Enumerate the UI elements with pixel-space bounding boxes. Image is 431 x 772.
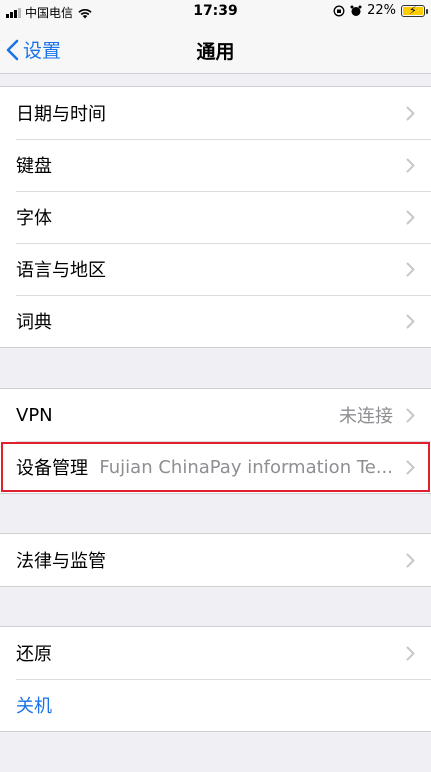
device-profile-value: Fujian ChinaPay information Te... xyxy=(99,456,393,478)
row-legal-regulatory[interactable]: 法律与监管 xyxy=(0,534,431,586)
settings-group-general: 日期与时间 键盘 字体 语言与地区 词典 xyxy=(0,86,431,348)
chevron-right-icon xyxy=(406,646,415,661)
chevron-right-icon xyxy=(406,408,415,423)
battery-icon: ⚡ xyxy=(401,4,428,17)
chevron-right-icon xyxy=(406,158,415,173)
status-right: 22% ⚡ xyxy=(333,3,428,18)
settings-group-vpn-device: VPN 未连接 设备管理 Fujian ChinaPay information… xyxy=(0,388,431,494)
row-label: 词典 xyxy=(16,312,52,333)
chevron-right-icon xyxy=(406,262,415,277)
page-title: 通用 xyxy=(196,41,235,63)
chevron-right-icon xyxy=(406,460,415,475)
settings-group-reset-shutdown: 还原 关机 xyxy=(0,626,431,732)
chevron-right-icon xyxy=(406,314,415,329)
row-label: VPN xyxy=(16,404,53,426)
row-dictionary[interactable]: 词典 xyxy=(0,295,431,347)
chevron-right-icon xyxy=(406,553,415,568)
row-reset[interactable]: 还原 xyxy=(0,627,431,679)
row-date-time[interactable]: 日期与时间 xyxy=(0,87,431,139)
vpn-status-value: 未连接 xyxy=(339,406,393,427)
row-keyboard[interactable]: 键盘 xyxy=(0,139,431,191)
row-language-region[interactable]: 语言与地区 xyxy=(0,243,431,295)
row-fonts[interactable]: 字体 xyxy=(0,191,431,243)
shut-down-button[interactable]: 关机 xyxy=(16,692,52,718)
row-label: 键盘 xyxy=(16,156,52,177)
row-vpn[interactable]: VPN 未连接 xyxy=(0,389,431,441)
battery-percent: 22% xyxy=(367,3,396,18)
row-label: 日期与时间 xyxy=(16,104,106,125)
alarm-icon xyxy=(350,5,362,16)
chevron-right-icon xyxy=(406,210,415,225)
navigation-bar: 设置 通用 xyxy=(0,24,431,74)
status-bar: 中国电信 17:39 22% ⚡ xyxy=(0,0,431,24)
chevron-right-icon xyxy=(406,106,415,121)
row-label: 设备管理 xyxy=(16,458,88,479)
row-label: 字体 xyxy=(16,208,52,229)
row-label: 法律与监管 xyxy=(16,551,106,572)
row-label: 语言与地区 xyxy=(16,260,106,281)
settings-group-legal: 法律与监管 xyxy=(0,533,431,587)
orientation-lock-icon xyxy=(333,5,345,16)
row-device-management[interactable]: 设备管理 Fujian ChinaPay information Te... xyxy=(0,441,431,493)
row-shut-down[interactable]: 关机 xyxy=(0,679,431,731)
row-label: 还原 xyxy=(16,644,52,665)
